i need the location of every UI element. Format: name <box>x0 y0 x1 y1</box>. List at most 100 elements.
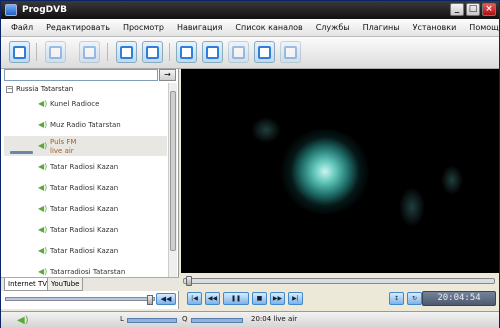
list-icon <box>258 45 271 59</box>
volume-handle[interactable] <box>147 295 153 305</box>
channel-scrollbar[interactable] <box>168 83 177 281</box>
menu-channel-list[interactable]: Список каналов <box>235 23 302 32</box>
info-icon <box>284 45 297 59</box>
toolbar-separator <box>169 43 170 61</box>
list-item[interactable]: ◀) Kunel Radioce <box>4 94 167 114</box>
extra-controls: ↕ ↻ <box>389 292 422 305</box>
channel-name: Tatar Radiosi Kazan <box>50 226 119 234</box>
speaker-icon: ◀) <box>38 225 48 234</box>
arrow-right-icon <box>83 45 96 59</box>
menu-navigation[interactable]: Навигация <box>177 23 222 32</box>
level-label-left: L <box>120 315 124 323</box>
quality-level-bar <box>191 318 243 323</box>
record-button[interactable] <box>228 41 249 63</box>
layout-icon <box>120 45 133 59</box>
layout-icon <box>146 45 159 59</box>
pause-button[interactable]: ❚❚ <box>223 292 249 305</box>
layout-button-2[interactable] <box>142 41 163 63</box>
search-button[interactable] <box>176 41 197 63</box>
menu-services[interactable]: Службы <box>316 23 350 32</box>
timeshift-button[interactable]: ↕ <box>389 292 404 305</box>
tab-youtube[interactable]: YouTube <box>47 278 84 291</box>
menu-help[interactable]: Помощь <box>469 23 500 32</box>
channel-name: Tatar Radiosi Kazan <box>50 205 119 213</box>
record-icon <box>232 45 245 59</box>
window-title: ProgDVB <box>22 5 67 15</box>
window-controls: _ □ × <box>450 3 496 16</box>
search-row: → <box>4 69 176 81</box>
menu-plugins[interactable]: Плагины <box>363 23 400 32</box>
scan-button[interactable] <box>202 41 223 63</box>
fast-forward-button[interactable]: ▶▶ <box>270 292 285 305</box>
menu-edit[interactable]: Редактировать <box>46 23 110 32</box>
channel-name: Kunel Radioce <box>50 100 100 108</box>
menu-settings[interactable]: Установки <box>413 23 457 32</box>
audio-visualizer <box>279 129 371 214</box>
clock-display: 20:04:54 <box>422 291 496 306</box>
channel-name: Tatar Radiosi Kazan <box>50 184 119 192</box>
previous-channel-button[interactable] <box>45 41 66 63</box>
scan-icon <box>206 45 219 59</box>
search-input[interactable] <box>4 69 158 81</box>
channel-status: live air <box>50 147 74 155</box>
search-go-button[interactable]: → <box>159 69 176 81</box>
source-tabs: Internet TV YouTube <box>1 277 179 291</box>
status-bar: ◀) L Q 20:04 live air <box>1 311 499 328</box>
visualizer-wisp <box>399 187 425 227</box>
channel-name: Tatar Radiosi Kazan <box>50 163 119 171</box>
window-icon <box>13 45 26 59</box>
channel-name: Tatar Radiosi Kazan <box>50 247 119 255</box>
skip-forward-button[interactable]: ▶| <box>288 292 303 305</box>
tab-internet-tv[interactable]: Internet TV <box>4 278 52 291</box>
channel-panel: → − Russia Tatarstan ◀) Kunel Radioce ◀)… <box>1 69 179 309</box>
seek-handle[interactable] <box>186 276 192 286</box>
close-button[interactable]: × <box>482 3 496 16</box>
app-icon <box>5 4 17 16</box>
volume-button[interactable]: ◀◀ <box>156 293 176 305</box>
speaker-icon: ◀) <box>38 183 48 192</box>
channel-name: Puls FM <box>50 138 77 146</box>
speaker-icon[interactable]: ◀) <box>17 315 29 326</box>
collapse-icon[interactable]: − <box>6 85 13 93</box>
signal-level-bar <box>127 318 177 323</box>
list-item-active[interactable]: ◀) Puls FM live air <box>4 136 167 156</box>
arrow-left-icon <box>49 45 62 59</box>
list-item[interactable]: ◀) Muz Radio Tatarstan <box>4 115 167 135</box>
next-channel-button[interactable] <box>79 41 100 63</box>
layout-button-1[interactable] <box>116 41 137 63</box>
volume-slider[interactable] <box>5 295 155 305</box>
list-item[interactable]: ◀) Tatar Radiosi Kazan <box>4 220 167 240</box>
video-area[interactable] <box>181 69 499 273</box>
volume-row: ◀◀ <box>5 293 176 307</box>
list-item[interactable]: ◀) Tatar Radiosi Kazan <box>4 199 167 219</box>
speaker-icon: ◀) <box>38 99 48 108</box>
toolbar-separator <box>107 43 108 61</box>
menu-bar: Файл Редактировать Просмотр Навигация Сп… <box>1 19 500 37</box>
list-button[interactable] <box>254 41 275 63</box>
tree-group[interactable]: − Russia Tatarstan <box>6 85 73 93</box>
channel-name: Muz Radio Tatarstan <box>50 121 121 129</box>
refresh-button[interactable]: ↻ <box>407 292 422 305</box>
rewind-button[interactable]: ◀◀ <box>205 292 220 305</box>
maximize-button[interactable]: □ <box>466 3 480 16</box>
stop-button[interactable]: ■ <box>252 292 267 305</box>
menu-view[interactable]: Просмотр <box>123 23 164 32</box>
info-button[interactable] <box>280 41 301 63</box>
toolbar <box>1 37 499 69</box>
minimize-button[interactable]: _ <box>450 3 464 16</box>
speaker-icon: ◀) <box>38 267 48 276</box>
list-item[interactable]: ◀) Tatar Radiosi Kazan <box>4 241 167 261</box>
list-item[interactable]: ◀) Tatar Radiosi Kazan <box>4 178 167 198</box>
channel-list-button[interactable] <box>9 41 30 63</box>
transport-controls: |◀ ◀◀ ❚❚ ■ ▶▶ ▶| <box>187 292 303 306</box>
skip-back-button[interactable]: |◀ <box>187 292 202 305</box>
toolbar-separator <box>36 43 37 61</box>
list-item[interactable]: ◀) Tatar Radiosi Kazan <box>4 157 167 177</box>
menu-file[interactable]: Файл <box>11 23 33 32</box>
speaker-icon: ◀) <box>38 120 48 129</box>
app-window: ProgDVB _ □ × Файл Редактировать Просмот… <box>0 0 500 328</box>
magnifier-icon <box>180 45 193 59</box>
scrollbar-thumb[interactable] <box>170 91 176 251</box>
seek-bar[interactable] <box>183 276 495 286</box>
channel-tree: − Russia Tatarstan ◀) Kunel Radioce ◀) M… <box>4 83 167 281</box>
